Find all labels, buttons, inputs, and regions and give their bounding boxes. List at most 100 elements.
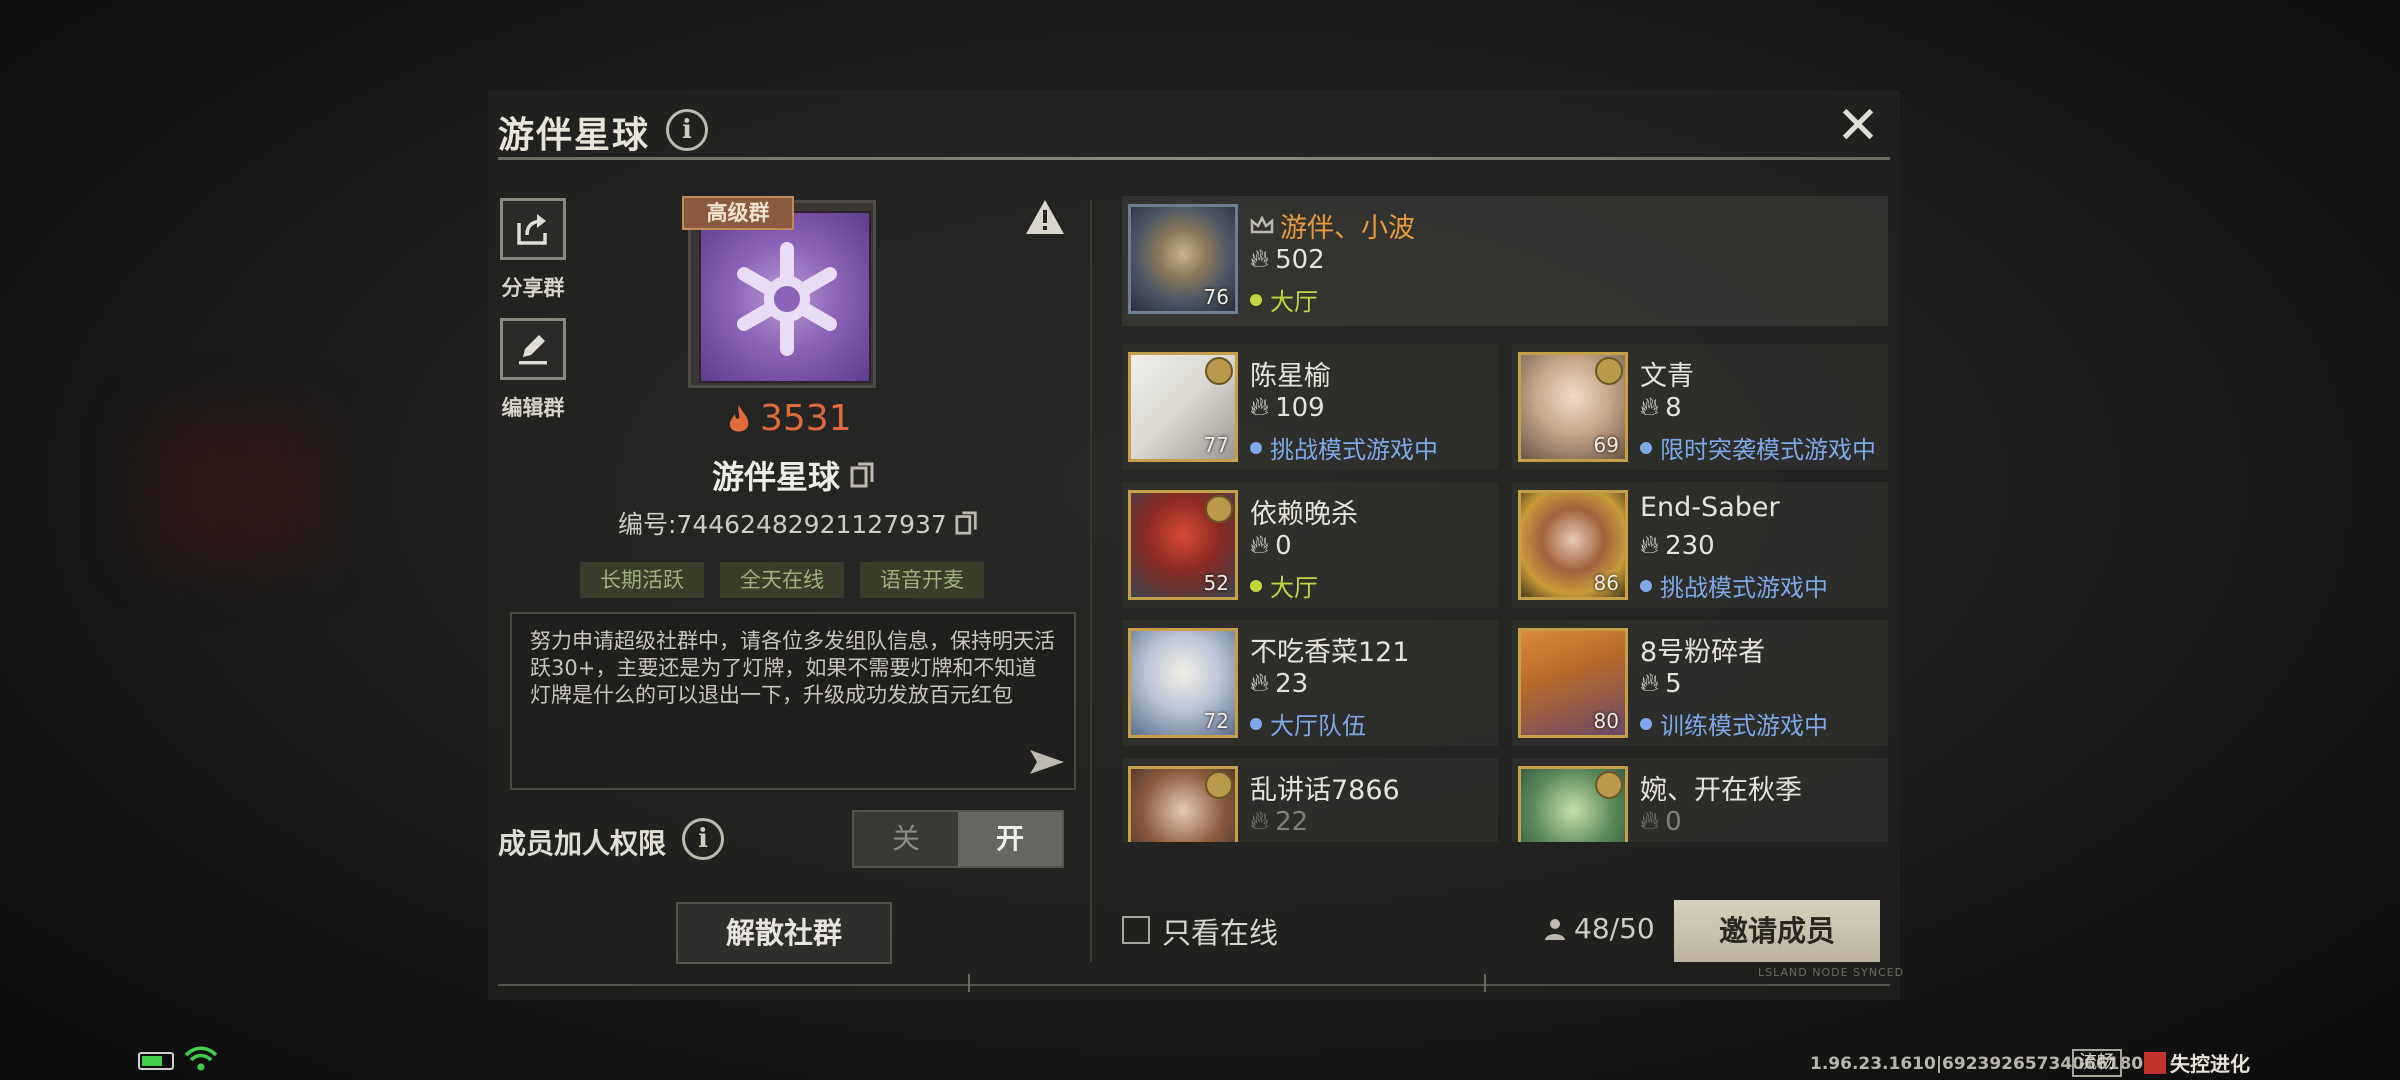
flame-icon: 🔥︎ — [1640, 806, 1660, 836]
member-name: 依赖晚杀 — [1250, 499, 1358, 530]
status-dot — [1250, 441, 1262, 454]
member-card[interactable]: 婉、开在秋季 🔥︎ 0 — [1512, 758, 1888, 842]
member-card[interactable]: 86 End-Saber 🔥︎ 230 挑战模式游戏中 — [1512, 482, 1888, 608]
status-dot — [1640, 441, 1652, 454]
info-icon[interactable]: i — [666, 109, 708, 151]
avatar: 69 — [1518, 352, 1628, 462]
share-group-button[interactable] — [500, 198, 566, 260]
member-count: 48/50 — [1544, 912, 1655, 945]
send-icon[interactable] — [1028, 748, 1066, 780]
heat-value: 0 — [1665, 806, 1682, 837]
member-card[interactable]: 72 不吃香菜121 🔥︎ 23 大厅队伍 — [1122, 620, 1498, 746]
avatar — [1128, 766, 1238, 842]
online-only-label[interactable]: 只看在线 — [1162, 910, 1278, 952]
heat-value: 109 — [1275, 392, 1325, 423]
member-card[interactable]: 52 依赖晚杀 🔥︎ 0 大厅 — [1122, 482, 1498, 608]
avatar: 76 — [1128, 204, 1238, 314]
share-icon — [517, 214, 547, 245]
status-dot — [1250, 717, 1262, 730]
achievement-badge — [1205, 357, 1233, 385]
member-status: 挑战模式游戏中 — [1640, 568, 1828, 603]
invite-member-button[interactable]: 邀请成员 — [1674, 900, 1880, 962]
status-text: 大厅 — [1270, 288, 1318, 316]
status-dot — [1250, 579, 1262, 592]
group-tag: 语音开麦 — [860, 562, 984, 598]
online-only-checkbox[interactable] — [1122, 916, 1150, 944]
heat-value: 22 — [1275, 806, 1309, 837]
flame-icon: 🔥︎ — [1640, 668, 1660, 698]
page-title: 游伴星球 — [498, 115, 651, 156]
close-icon[interactable]: ✕ — [1834, 100, 1882, 152]
member-heat: 🔥︎ 5 — [1640, 668, 1682, 699]
owner-card[interactable]: 76 游伴、小波 🔥︎ 502 大厅 — [1122, 196, 1888, 326]
level-badge: 69 — [1593, 433, 1619, 457]
share-group-label: 分享群 — [501, 276, 565, 300]
battery-level — [142, 1056, 162, 1066]
status-dot — [1640, 717, 1652, 730]
avatar: 80 — [1518, 628, 1628, 738]
heat-value: 8 — [1665, 392, 1682, 423]
edit-group-label: 编辑群 — [501, 396, 565, 420]
header-divider — [498, 157, 1890, 160]
edit-group-button[interactable] — [500, 318, 566, 380]
bottom-divider — [498, 984, 1890, 986]
member-status: 挑战模式游戏中 — [1250, 430, 1438, 465]
member-status: 大厅队伍 — [1250, 706, 1366, 741]
avatar — [1518, 766, 1628, 842]
member-heat: 🔥︎ 502 — [1250, 244, 1325, 275]
background-glow — [150, 420, 320, 560]
member-name: End-Saber — [1640, 492, 1780, 523]
member-heat: 🔥︎ 230 — [1640, 530, 1715, 561]
status-text: 挑战模式游戏中 — [1660, 574, 1828, 602]
owner-name: 游伴、小波 — [1250, 206, 1415, 245]
copy-icon[interactable] — [850, 462, 876, 488]
group-notice[interactable]: 努力申请超级社群中，请各位多发组队信息，保持明天活跃30+，主要还是为了灯牌，如… — [510, 612, 1076, 790]
achievement-badge — [1205, 771, 1233, 799]
flame-icon: 🔥︎ — [1250, 244, 1270, 274]
achievement-badge — [1595, 357, 1623, 385]
member-heat: 🔥︎ 109 — [1250, 392, 1325, 423]
achievement-badge — [1595, 771, 1623, 799]
group-name-text: 游伴星球 — [712, 458, 841, 496]
member-heat: 🔥︎ 8 — [1640, 392, 1682, 423]
member-heat: 🔥︎ 0 — [1640, 806, 1682, 837]
status-text: 大厅队伍 — [1270, 712, 1366, 740]
heat-value: 502 — [1275, 244, 1325, 275]
achievement-badge — [1205, 495, 1233, 523]
snowflake-image — [699, 211, 871, 383]
member-card[interactable]: 77 陈星榆 🔥︎ 109 挑战模式游戏中 — [1122, 344, 1498, 470]
member-name: 不吃香菜121 — [1250, 637, 1410, 668]
member-heat: 🔥︎ 0 — [1250, 530, 1292, 561]
decor-tick — [1484, 974, 1486, 992]
member-card[interactable]: 69 文青 🔥︎ 8 限时突袭模式游戏中 — [1512, 344, 1888, 470]
snowflake-icon — [737, 242, 837, 356]
permission-info-icon[interactable]: i — [682, 818, 724, 860]
wifi-icon — [184, 1046, 218, 1076]
report-warning-icon[interactable] — [1024, 198, 1066, 240]
group-tag: 全天在线 — [720, 562, 844, 598]
status-dot — [1250, 293, 1262, 306]
member-card[interactable]: 乱讲话7866 🔥︎ 22 — [1122, 758, 1498, 842]
disband-group-button[interactable]: 解散社群 — [676, 902, 892, 964]
heat-value: 0 — [1275, 530, 1292, 561]
avatar: 77 — [1128, 352, 1238, 462]
logo-mark — [2144, 1051, 2166, 1074]
flame-icon: 🔥︎ — [1250, 530, 1270, 560]
column-divider — [1090, 200, 1092, 962]
status-text: 大厅 — [1270, 574, 1318, 602]
member-name: 陈星榆 — [1250, 361, 1331, 392]
group-heat: 3531 — [726, 398, 852, 439]
copy-id-icon[interactable] — [955, 511, 979, 535]
toggle-on-option[interactable]: 开 — [958, 812, 1062, 866]
group-id-text: 编号:74462482921127937 — [618, 510, 947, 539]
member-heat: 🔥︎ 23 — [1250, 668, 1308, 699]
status-text: 挑战模式游戏中 — [1270, 436, 1438, 464]
member-status: 训练模式游戏中 — [1640, 706, 1828, 741]
member-status: 限时突袭模式游戏中 — [1640, 430, 1876, 465]
toggle-off-option[interactable]: 关 — [854, 812, 958, 866]
join-permission-toggle[interactable]: 关 开 — [852, 810, 1064, 868]
member-card[interactable]: 80 8号粉碎者 🔥︎ 5 训练模式游戏中 — [1512, 620, 1888, 746]
group-heat-value: 3531 — [760, 398, 852, 439]
level-badge: 80 — [1593, 709, 1619, 733]
logo-text: 失控进化 — [2170, 1052, 2250, 1076]
